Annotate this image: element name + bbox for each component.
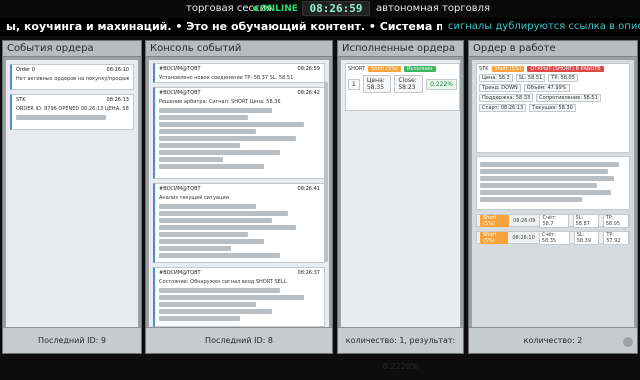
- order-events-list[interactable]: Order 0 08:26:10 Нет активных ордеров на …: [6, 60, 138, 327]
- card-text: Состояние: Обнаружен сигнал вход SHORT S…: [159, 279, 287, 285]
- news-ticker: ы, коучинга и махинаций. • Это не обучаю…: [0, 18, 640, 36]
- panel-header: Консоль событий: [146, 41, 332, 57]
- card-id: #ВОСИМ@TQBT: [159, 186, 201, 192]
- card-time: 08:26:10: [106, 67, 129, 73]
- card-time: 08:26:42: [297, 90, 320, 96]
- strip-field: Счёт: 58.35: [538, 230, 570, 245]
- order-field: Старт: 08:26:13: [479, 104, 527, 112]
- list-item[interactable]: #ВОСИМ@TQBT 08:26:37 Состояние: Обнаружен…: [153, 267, 325, 327]
- list-item[interactable]: #ВОСИМ@TQBT 08:26:41 Анализ текущей ситуа…: [153, 183, 325, 263]
- order-field: SL: 58.51: [515, 74, 546, 82]
- order-strip[interactable]: Short (5%) 08:26:09 Счёт: 58.7 SL: 58.87…: [476, 213, 630, 228]
- order-tag-badge: Short (5%): [480, 214, 510, 227]
- card-time: 08:26:59: [297, 66, 320, 72]
- order-field: Текущая: 58.30: [529, 104, 576, 112]
- list-item[interactable]: STK 08:26:13 ORDER ID: 8796 OPENED 08:26:…: [10, 94, 134, 130]
- panel-title: События ордера: [7, 43, 94, 54]
- strip-field: SL: 58.39: [573, 230, 600, 245]
- price-label: Цена:: [366, 77, 385, 84]
- card-text: Установлено новое соединение TP: 58.37 S…: [159, 75, 294, 81]
- strip-time: 08:26:10: [512, 234, 535, 241]
- order-side: SHORT: [348, 66, 366, 72]
- order-close: 58.23: [398, 84, 416, 91]
- strip-time: 08:26:09: [513, 217, 536, 224]
- session-clock: 08:26:59: [302, 1, 370, 16]
- top-header: торговая сессия ONLINE 08:26:59 автономн…: [0, 0, 640, 18]
- card-time: 08:26:41: [297, 186, 320, 192]
- order-tag-badge: Short (5%): [491, 66, 525, 72]
- order-price: 58.35: [366, 84, 385, 91]
- brand-logo-icon: [623, 337, 633, 347]
- app-frame: торговая сессия ONLINE 08:26:59 автономн…: [0, 0, 640, 371]
- order-tag-badge: Short (5%): [368, 66, 401, 72]
- card-time: 08:26:13: [106, 97, 129, 103]
- panel-header: События ордера: [3, 41, 141, 57]
- order-details-text: [476, 156, 630, 210]
- order-symbol: STK: [479, 66, 489, 72]
- list-item[interactable]: #ВОСИМ@TQBT 08:26:42 Решение арбитра: Сиг…: [153, 87, 325, 179]
- card-id: Order 0: [16, 67, 35, 73]
- panel-title: Ордер в работе: [473, 43, 556, 54]
- strip-field: Счёт: 58.7: [539, 213, 569, 228]
- card-id: #ВОСИМ@TQBT: [159, 90, 201, 96]
- order-strip[interactable]: Short (5%) 08:26:10 Счёт: 58.35 SL: 58.3…: [476, 230, 630, 245]
- online-status: ONLINE: [260, 4, 298, 14]
- card-time: 08:26:37: [297, 270, 320, 276]
- card-text: Анализ текущей ситуации: [159, 195, 229, 201]
- active-order-card[interactable]: STK Short (5%) ОТКРЫТ (SHORT) В РАБОТЕ Ц…: [476, 63, 630, 153]
- event-console-list[interactable]: #ВОСИМ@TQBT 08:26:59 Установлено новое со…: [149, 60, 329, 327]
- order-pnl: 0.222%: [426, 78, 457, 90]
- strip-field: TP: 57.92: [603, 230, 629, 245]
- executed-orders-panel: Исполненные ордера SHORT Short (5%) Испо…: [337, 40, 464, 371]
- card-text: ORDER ID: 8796 OPENED 08:26:13 ЦЕНА: 58.…: [16, 106, 129, 112]
- executed-order-card[interactable]: SHORT Short (5%) Исполнен 1 Цена: 58.35 …: [345, 63, 460, 111]
- order-events-panel: События ордера Order 0 08:26:10 Нет актив…: [2, 40, 142, 354]
- panel-footer: количество: 1, результат: 0.2220%: [338, 327, 463, 371]
- card-text: Решение арбитра: Сигнал: SHORT Цена: 58.…: [159, 99, 281, 105]
- status-badge: Исполнен: [403, 66, 436, 72]
- strip-field: TP: 58.05: [602, 213, 629, 228]
- order-field: TP: 58.05: [548, 74, 578, 82]
- scrollbar[interactable]: [324, 82, 328, 262]
- order-field: Сопротивление: 58.51: [536, 94, 601, 102]
- panel-header: Исполненные ордера: [338, 41, 463, 57]
- strip-field: SL: 58.87: [572, 213, 599, 228]
- order-in-work-panel: Ордер в работе STK Short (5%) ОТКРЫТ (SH…: [468, 40, 638, 354]
- order-field: Цена: 58.3: [479, 74, 513, 82]
- panel-title: Исполненные ордера: [342, 43, 456, 54]
- card-id: #ВОСИМ@TQBT: [159, 270, 201, 276]
- panel-footer: количество: 2: [469, 327, 637, 353]
- order-tag-badge: Short (5%): [480, 231, 509, 244]
- executed-orders-list[interactable]: SHORT Short (5%) Исполнен 1 Цена: 58.35 …: [341, 60, 460, 327]
- trading-mode: автономная торговля: [376, 3, 490, 14]
- panel-footer: Последний ID: 9: [3, 327, 141, 353]
- close-label: Close:: [398, 77, 417, 84]
- card-id: #ВОСИМ@TQBT: [159, 66, 201, 72]
- panel-title: Консоль событий: [150, 43, 242, 54]
- ticker-side-text: сигналы дублируются ссылка в описании: [448, 21, 640, 32]
- online-indicator-icon: [253, 6, 258, 11]
- card-id: STK: [16, 97, 26, 103]
- order-field: Тренд: DOWN: [479, 84, 521, 92]
- panel-footer: Последний ID: 8: [146, 327, 332, 353]
- order-field: Объём: 47.99%: [523, 84, 570, 92]
- order-note: ОТКРЫТ (SHORT) В РАБОТЕ: [527, 66, 604, 72]
- list-item[interactable]: Order 0 08:26:10 Нет активных ордеров на …: [10, 64, 134, 90]
- panel-header: Ордер в работе: [469, 41, 637, 57]
- order-field: Поддержка: 58.33: [479, 94, 534, 102]
- event-console-panel: Консоль событий #ВОСИМ@TQBT 08:26:59 Уста…: [145, 40, 333, 354]
- order-in-work-list[interactable]: STK Short (5%) ОТКРЫТ (SHORT) В РАБОТЕ Ц…: [472, 60, 634, 327]
- card-text: Нет активных ордеров на покупку/продажу.…: [16, 76, 129, 82]
- order-qty: 1: [348, 78, 360, 90]
- list-item[interactable]: #ВОСИМ@TQBT 08:26:59 Установлено новое со…: [153, 63, 325, 83]
